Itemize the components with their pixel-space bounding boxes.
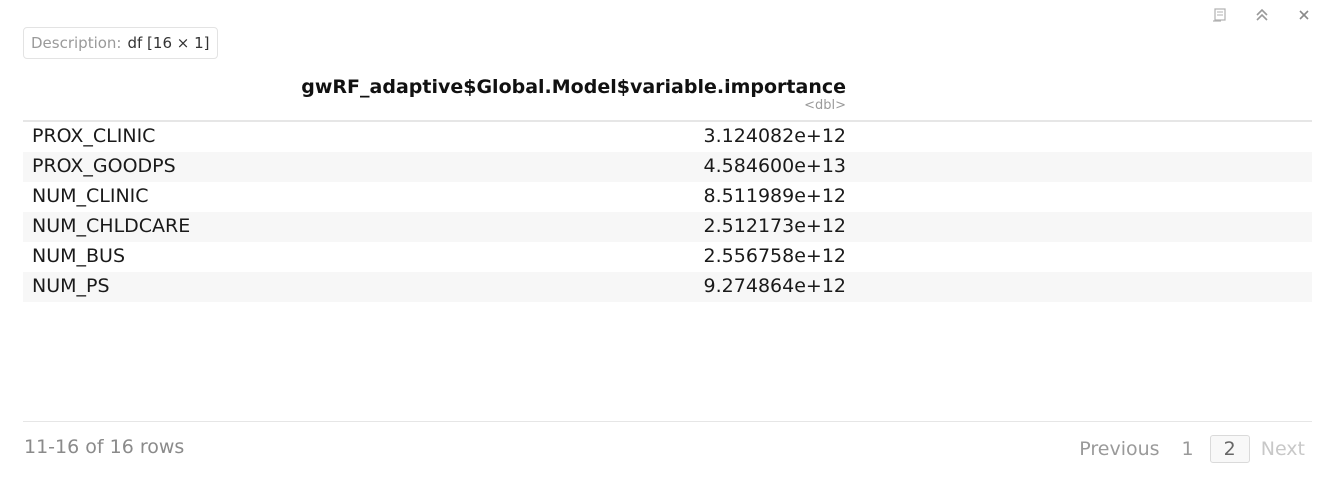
table-header: gwRF_adaptive$Global.Model$variable.impo… bbox=[23, 74, 1312, 122]
table-row: NUM_BUS 2.556758e+12 bbox=[23, 242, 1312, 272]
row-value-cell: 2.556758e+12 bbox=[703, 245, 846, 267]
table-row: NUM_PS 9.274864e+12 bbox=[23, 272, 1312, 302]
table-row: NUM_CLINIC 8.511989e+12 bbox=[23, 182, 1312, 212]
row-name-cell: PROX_GOODPS bbox=[32, 155, 176, 177]
row-name-cell: NUM_BUS bbox=[32, 245, 126, 267]
description-box: Description: df [16 × 1] bbox=[23, 27, 218, 59]
close-icon[interactable] bbox=[1294, 6, 1314, 24]
row-value-cell: 2.512173e+12 bbox=[703, 215, 846, 237]
column-type: <dbl> bbox=[804, 98, 846, 113]
data-table: gwRF_adaptive$Global.Model$variable.impo… bbox=[23, 74, 1312, 302]
row-name-cell: NUM_CHLDCARE bbox=[32, 215, 191, 237]
table-row: PROX_GOODPS 4.584600e+13 bbox=[23, 152, 1312, 182]
page-1-button[interactable]: 1 bbox=[1182, 438, 1194, 460]
row-value-cell: 3.124082e+12 bbox=[703, 125, 846, 147]
table-row: NUM_CHLDCARE 2.512173e+12 bbox=[23, 212, 1312, 242]
description-value: df [16 × 1] bbox=[127, 34, 210, 52]
row-value-cell: 4.584600e+13 bbox=[703, 155, 846, 177]
row-name-cell: PROX_CLINIC bbox=[32, 125, 156, 147]
collapse-icon[interactable] bbox=[1252, 6, 1272, 24]
pagination: Previous 1 2 Next bbox=[1079, 435, 1305, 463]
footer-divider bbox=[23, 421, 1312, 422]
next-page-button[interactable]: Next bbox=[1261, 438, 1305, 460]
row-name-cell: NUM_CLINIC bbox=[32, 185, 149, 207]
window-controls bbox=[1210, 6, 1314, 24]
previous-page-button[interactable]: Previous bbox=[1079, 438, 1159, 460]
page-2-button[interactable]: 2 bbox=[1209, 435, 1250, 463]
row-count-info: 11-16 of 16 rows bbox=[24, 436, 185, 458]
description-label: Description: bbox=[31, 34, 122, 52]
row-value-cell: 9.274864e+12 bbox=[703, 275, 846, 297]
table-row: PROX_CLINIC 3.124082e+12 bbox=[23, 122, 1312, 152]
row-value-cell: 8.511989e+12 bbox=[703, 185, 846, 207]
row-name-cell: NUM_PS bbox=[32, 275, 110, 297]
column-header[interactable]: gwRF_adaptive$Global.Model$variable.impo… bbox=[301, 76, 846, 98]
popout-icon[interactable] bbox=[1210, 6, 1230, 24]
